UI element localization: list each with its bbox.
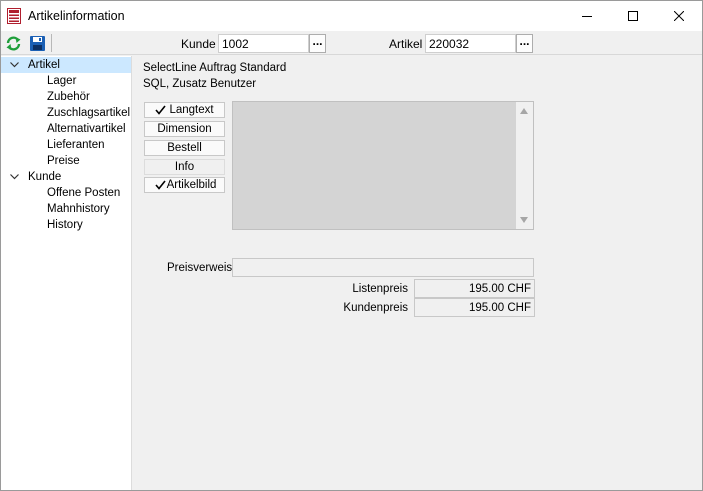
tree-item-label: Lieferanten	[47, 139, 105, 151]
artikel-lookup-button[interactable]: ...	[516, 34, 533, 53]
tree-item-artikel[interactable]: Artikel	[1, 57, 131, 73]
tree-item-label: Kunde	[28, 171, 62, 183]
artikel-label: Artikel	[389, 37, 423, 51]
info-line-1: SelectLine Auftrag Standard	[143, 62, 287, 74]
title-bar: Artikelinformation	[1, 1, 702, 31]
minimize-icon	[582, 16, 592, 17]
close-icon	[674, 11, 684, 21]
article-info-window: Artikelinformation Kunde 1002 ... Artike	[0, 0, 703, 491]
preisverweis-field[interactable]	[232, 258, 534, 277]
listenpreis-label: Listenpreis	[352, 283, 408, 295]
kunde-label: Kunde	[181, 37, 216, 51]
tree-item-offene-posten[interactable]: Offene Posten	[47, 185, 120, 201]
chevron-down-icon[interactable]	[10, 174, 19, 180]
tree-item-label: Offene Posten	[47, 187, 121, 199]
app-icon	[7, 8, 21, 24]
button-label: Bestell	[167, 142, 202, 154]
info-line-2: SQL, Zusatz Benutzer	[143, 78, 257, 90]
tree-item-lager[interactable]: Lager	[47, 73, 76, 89]
scroll-down-icon[interactable]	[520, 217, 528, 223]
window-title: Artikelinformation	[28, 9, 125, 23]
close-button[interactable]	[656, 1, 702, 31]
checkmark-icon	[155, 105, 166, 115]
tree-item-kunde[interactable]: Kunde	[1, 169, 131, 185]
tree-item-label: Preise	[47, 155, 80, 167]
tree-item-label: Artikel	[28, 59, 60, 71]
image-scrollbar[interactable]	[516, 102, 533, 229]
button-label: Info	[174, 161, 195, 173]
tree-item-lieferanten[interactable]: Lieferanten	[47, 137, 105, 153]
kundenpreis-label: Kundenpreis	[343, 302, 408, 314]
kunde-field[interactable]: 1002	[218, 34, 309, 53]
kunde-lookup-button[interactable]: ...	[309, 34, 326, 53]
tree-item-label: Zuschlagsartikel	[47, 107, 131, 119]
toolbar-separator	[51, 34, 52, 52]
tree-item-label: Zubehör	[47, 91, 90, 103]
tree-item-alternativartikel[interactable]: Alternativartikel	[47, 121, 126, 137]
tree-item-label: History	[47, 219, 83, 231]
langtext-toggle-button[interactable]: Langtext	[144, 102, 225, 118]
refresh-icon[interactable]	[5, 35, 22, 52]
artikel-field[interactable]: 220032	[425, 34, 516, 53]
toolbar: Kunde 1002 ... Artikel 220032 ...	[1, 31, 702, 55]
listenpreis-value: 195.00 CHF	[414, 279, 535, 298]
bestell-toggle-button[interactable]: Bestell	[144, 140, 225, 156]
artikelbild-toggle-button[interactable]: Artikelbild	[144, 177, 225, 193]
scroll-up-icon[interactable]	[520, 108, 528, 114]
kundenpreis-value: 195.00 CHF	[414, 298, 535, 317]
checkmark-icon	[155, 180, 166, 190]
tree-item-label: Mahnhistory	[47, 203, 110, 215]
dimension-toggle-button[interactable]: Dimension	[144, 121, 225, 137]
maximize-icon	[628, 11, 638, 21]
button-label: Dimension	[157, 123, 212, 135]
chevron-down-icon[interactable]	[10, 62, 19, 68]
navigation-tree: Artikel Lager Zubehör Zuschlagsartikel A…	[1, 56, 132, 490]
tree-item-history[interactable]: History	[47, 217, 83, 233]
article-image-area	[232, 101, 534, 230]
article-detail-panel: SelectLine Auftrag Standard SQL, Zusatz …	[133, 56, 702, 490]
preisverweis-label: Preisverweis	[167, 262, 233, 274]
tree-item-label: Alternativartikel	[47, 123, 126, 135]
minimize-button[interactable]	[564, 1, 610, 31]
info-toggle-button[interactable]: Info	[144, 159, 225, 175]
tree-item-zubehoer[interactable]: Zubehör	[47, 89, 90, 105]
tree-item-mahnhistory[interactable]: Mahnhistory	[47, 201, 110, 217]
save-icon[interactable]	[29, 35, 46, 52]
tree-item-preise[interactable]: Preise	[47, 153, 80, 169]
maximize-button[interactable]	[610, 1, 656, 31]
tree-item-zuschlagsartikel[interactable]: Zuschlagsartikel	[47, 105, 130, 121]
tree-item-label: Lager	[47, 75, 77, 87]
